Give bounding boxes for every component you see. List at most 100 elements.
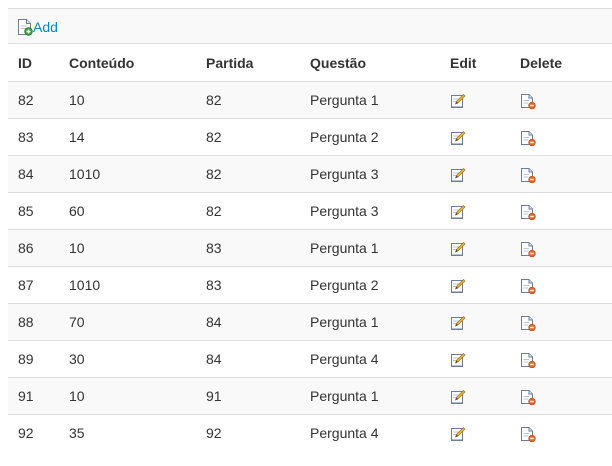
cell-conteudo: 30 (59, 340, 196, 378)
edit-pencil-icon[interactable] (450, 130, 466, 146)
edit-pencil-icon[interactable] (450, 167, 466, 183)
cell-delete (510, 340, 612, 378)
cell-partida: 82 (196, 155, 300, 193)
partida-value: 84 (206, 351, 222, 367)
id-value: 82 (18, 92, 34, 108)
cell-questao: Pergunta 1 (300, 303, 440, 341)
partida-value: 82 (206, 129, 222, 145)
conteudo-value: 35 (69, 425, 85, 441)
cell-partida: 91 (196, 377, 300, 415)
delete-document-icon[interactable] (520, 389, 536, 405)
cell-edit (440, 414, 510, 451)
edit-pencil-icon[interactable] (450, 389, 466, 405)
conteudo-value: 14 (69, 129, 85, 145)
edit-pencil-icon[interactable] (450, 241, 466, 257)
column-header-partida[interactable]: Partida (196, 44, 300, 82)
cell-delete (510, 266, 612, 304)
cell-delete (510, 81, 612, 119)
questao-value: Pergunta 2 (310, 277, 379, 293)
cell-conteudo: 14 (59, 118, 196, 156)
cell-conteudo: 35 (59, 414, 196, 451)
cell-id: 91 (8, 377, 59, 415)
questao-value: Pergunta 4 (310, 425, 379, 441)
cell-delete (510, 303, 612, 341)
table-row: 91 10 91 Pergunta 1 (8, 377, 612, 415)
cell-partida: 82 (196, 192, 300, 230)
cell-id: 85 (8, 192, 59, 230)
cell-id: 82 (8, 81, 59, 119)
cell-edit (440, 155, 510, 193)
crud-page: Add ID Conteúdo Partida Questão Edit Del… (0, 0, 612, 466)
delete-document-icon[interactable] (520, 93, 536, 109)
header-row: ID Conteúdo Partida Questão Edit Delete (8, 44, 612, 82)
cell-partida: 84 (196, 340, 300, 378)
cell-edit (440, 266, 510, 304)
partida-value: 82 (206, 92, 222, 108)
cell-delete (510, 377, 612, 415)
cell-conteudo: 1010 (59, 155, 196, 193)
questao-value: Pergunta 1 (310, 314, 379, 330)
cell-id: 84 (8, 155, 59, 193)
partida-value: 83 (206, 277, 222, 293)
questao-value: Pergunta 1 (310, 388, 379, 404)
add-button[interactable]: Add (17, 18, 58, 36)
toolbar: Add (8, 8, 612, 44)
edit-pencil-icon[interactable] (450, 278, 466, 294)
column-header-edit: Edit (440, 44, 510, 82)
id-value: 84 (18, 166, 34, 182)
partida-value: 84 (206, 314, 222, 330)
cell-partida: 83 (196, 229, 300, 267)
conteudo-value: 1010 (69, 277, 101, 293)
cell-edit (440, 340, 510, 378)
delete-document-icon[interactable] (520, 426, 536, 442)
cell-edit (440, 303, 510, 341)
conteudo-value: 60 (69, 203, 85, 219)
delete-document-icon[interactable] (520, 167, 536, 183)
edit-pencil-icon[interactable] (450, 352, 466, 368)
delete-document-icon[interactable] (520, 315, 536, 331)
cell-partida: 82 (196, 81, 300, 119)
edit-pencil-icon[interactable] (450, 426, 466, 442)
questao-value: Pergunta 3 (310, 203, 379, 219)
cell-partida: 83 (196, 266, 300, 304)
conteudo-value: 30 (69, 351, 85, 367)
cell-edit (440, 192, 510, 230)
id-value: 88 (18, 314, 34, 330)
id-value: 89 (18, 351, 34, 367)
cell-questao: Pergunta 3 (300, 192, 440, 230)
delete-document-icon[interactable] (520, 241, 536, 257)
column-header-conteudo[interactable]: Conteúdo (59, 44, 196, 82)
id-value: 85 (18, 203, 34, 219)
partida-value: 82 (206, 166, 222, 182)
partida-value: 82 (206, 203, 222, 219)
cell-delete (510, 118, 612, 156)
cell-edit (440, 377, 510, 415)
table-row: 89 30 84 Pergunta 4 (8, 340, 612, 378)
delete-document-icon[interactable] (520, 130, 536, 146)
cell-edit (440, 118, 510, 156)
add-document-icon (17, 18, 33, 36)
table-row: 83 14 82 Pergunta 2 (8, 118, 612, 156)
delete-document-icon[interactable] (520, 352, 536, 368)
cell-questao: Pergunta 3 (300, 155, 440, 193)
edit-pencil-icon[interactable] (450, 204, 466, 220)
delete-document-icon[interactable] (520, 278, 536, 294)
column-header-delete: Delete (510, 44, 612, 82)
cell-conteudo: 10 (59, 229, 196, 267)
cell-edit (440, 229, 510, 267)
edit-pencil-icon[interactable] (450, 315, 466, 331)
edit-pencil-icon[interactable] (450, 93, 466, 109)
cell-id: 88 (8, 303, 59, 341)
column-header-id[interactable]: ID (8, 44, 59, 82)
cell-conteudo: 60 (59, 192, 196, 230)
cell-conteudo: 70 (59, 303, 196, 341)
questao-value: Pergunta 4 (310, 351, 379, 367)
cell-conteudo: 10 (59, 377, 196, 415)
cell-delete (510, 155, 612, 193)
delete-document-icon[interactable] (520, 204, 536, 220)
column-header-questao[interactable]: Questão (300, 44, 440, 82)
table-row: 88 70 84 Pergunta 1 (8, 303, 612, 341)
table-row: 92 35 92 Pergunta 4 (8, 414, 612, 451)
cell-id: 83 (8, 118, 59, 156)
id-value: 92 (18, 425, 34, 441)
